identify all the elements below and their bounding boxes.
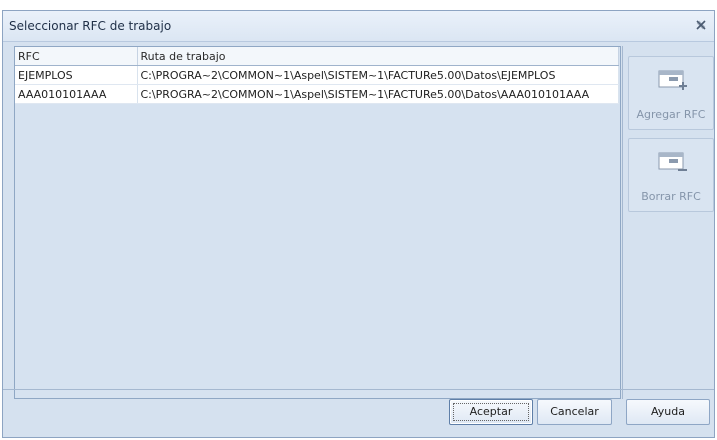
cell-rfc[interactable]: EJEMPLOS [15,65,138,85]
delete-rfc-label: Borrar RFC [641,190,701,203]
help-label: Ayuda [651,405,685,418]
column-header-ruta[interactable]: Ruta de trabajo [137,47,619,66]
accept-button[interactable]: Aceptar [449,399,533,425]
add-record-icon [655,67,689,100]
dialog-title: Seleccionar RFC de trabajo [9,19,172,33]
cancel-button[interactable]: Cancelar [537,399,612,425]
close-icon[interactable] [694,18,708,32]
help-button[interactable]: Ayuda [626,399,710,425]
side-divider [622,46,623,399]
grid-header-row: RFC Ruta de trabajo [15,47,619,66]
add-rfc-label: Agregar RFC [636,108,706,121]
remove-record-icon [655,149,689,182]
table-row[interactable]: EJEMPLOS C:\PROGRA~2\COMMON~1\Aspel\SIST… [15,65,619,85]
add-rfc-button[interactable]: Agregar RFC [628,56,714,130]
column-header-rfc[interactable]: RFC [15,47,138,66]
cell-ruta[interactable]: C:\PROGRA~2\COMMON~1\Aspel\SISTEM~1\FACT… [137,65,619,85]
cancel-label: Cancelar [550,405,599,418]
table-row[interactable]: AAA010101AAA C:\PROGRA~2\COMMON~1\Aspel\… [15,84,619,104]
select-rfc-dialog: Seleccionar RFC de trabajo RFC Ruta de t… [2,10,715,438]
footer-divider [3,389,714,390]
accept-label: Aceptar [469,405,513,418]
delete-rfc-button[interactable]: Borrar RFC [628,138,714,212]
cell-rfc[interactable]: AAA010101AAA [15,84,138,104]
title-bar: Seleccionar RFC de trabajo [3,11,714,42]
cell-ruta[interactable]: C:\PROGRA~2\COMMON~1\Aspel\SISTEM~1\FACT… [137,84,619,104]
rfc-grid[interactable]: RFC Ruta de trabajo EJEMPLOS C:\PROGRA~2… [14,46,621,399]
